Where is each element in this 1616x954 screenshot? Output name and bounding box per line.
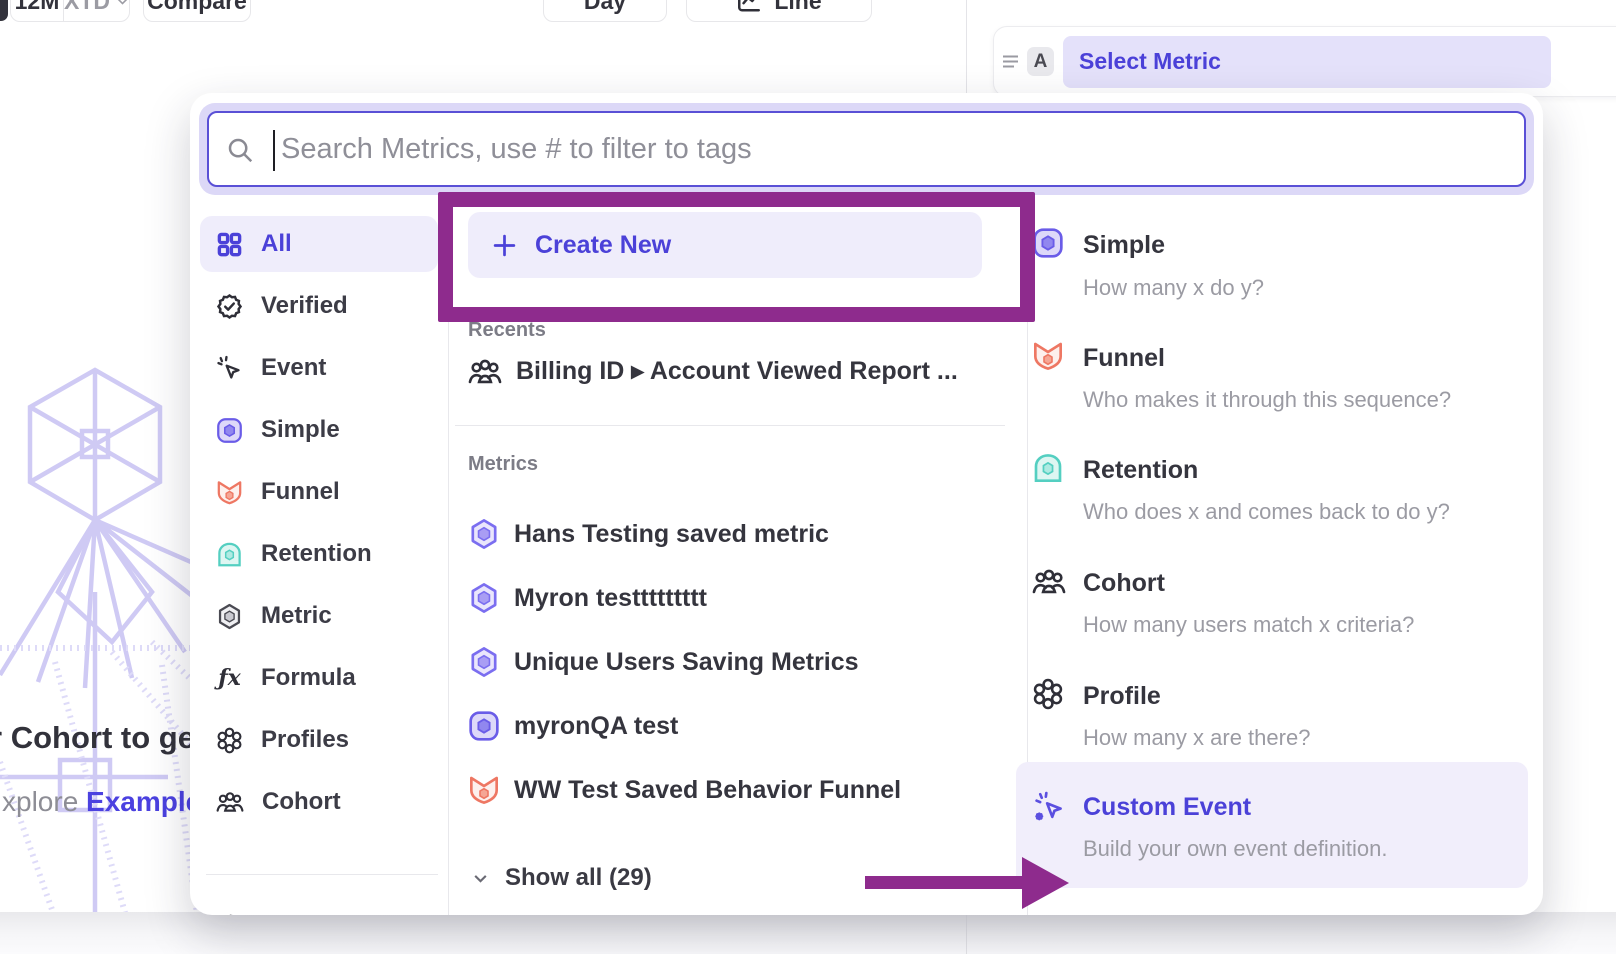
metric-list-item[interactable]: Unique Users Saving Metrics: [468, 640, 859, 684]
metric-list-item[interactable]: myronQA test: [468, 704, 678, 748]
chevron-down-icon: [116, 0, 129, 8]
type-custom-event-desc: Build your own event definition.: [1083, 836, 1388, 862]
event-cursor-icon: [216, 355, 243, 382]
funnel-icon: [1032, 340, 1064, 372]
retention-icon: [216, 541, 243, 568]
category-formula[interactable]: ƒx Formula: [200, 650, 438, 706]
search-input[interactable]: [209, 113, 1524, 185]
saved-metric-hexagon-icon: [468, 646, 500, 678]
simple-icon: [468, 710, 500, 742]
type-retention-desc: Who does x and comes back to do y?: [1083, 499, 1450, 525]
chart-type-line-button[interactable]: Line: [686, 0, 872, 22]
custom-event-highlight[interactable]: [1016, 762, 1528, 888]
type-funnel[interactable]: Funnel: [1083, 344, 1165, 373]
type-cohort-desc: How many users match x criteria?: [1083, 612, 1414, 638]
category-event[interactable]: Event: [200, 340, 438, 396]
drag-handle-icon[interactable]: [1002, 54, 1019, 69]
annotation-highlight-box: [438, 192, 1035, 322]
metric-slot-card: A Select Metric: [993, 26, 1616, 97]
recent-item[interactable]: Billing ID ▸ Account Viewed Report ...: [468, 349, 958, 393]
category-partial-bottom[interactable]: T: [200, 898, 438, 915]
type-simple[interactable]: Simple: [1083, 231, 1165, 260]
funnel-icon: [468, 774, 500, 806]
range-xtd-button[interactable]: XTD: [64, 0, 129, 21]
chevron-down-icon: [472, 870, 489, 887]
select-metric-button[interactable]: Select Metric: [1063, 36, 1551, 88]
granularity-day-button[interactable]: Day: [543, 0, 667, 22]
recents-section-label: Recents: [468, 319, 546, 342]
saved-metric-hexagon-icon: [468, 518, 500, 550]
profiles-cluster-icon: [216, 727, 243, 754]
retention-icon: [1032, 452, 1064, 484]
category-all[interactable]: All: [200, 216, 438, 272]
metric-hexagon-icon: [216, 603, 243, 630]
tag-icon: [216, 913, 243, 916]
simple-icon: [216, 417, 243, 444]
custom-event-spark-icon: [1032, 790, 1066, 824]
cohort-people-icon: [1032, 567, 1066, 596]
series-a-badge: A: [1027, 47, 1054, 76]
clipped-dark-button-fragment: [0, 0, 8, 21]
category-verified[interactable]: Verified: [200, 278, 438, 334]
type-custom-event[interactable]: Custom Event: [1083, 793, 1251, 822]
cohort-people-icon: [216, 790, 244, 814]
metric-list-item[interactable]: Myron testtttttttt: [468, 576, 707, 620]
background-headline-fragment: r Cohort to ge: [0, 720, 195, 756]
verified-badge-icon: [216, 293, 243, 320]
category-cohort[interactable]: Cohort: [200, 774, 438, 830]
type-funnel-desc: Who makes it through this sequence?: [1083, 387, 1451, 413]
type-simple-desc: How many x do y?: [1083, 275, 1264, 301]
category-simple[interactable]: Simple: [200, 402, 438, 458]
metric-list-item[interactable]: WW Test Saved Behavior Funnel: [468, 768, 901, 812]
funnel-icon: [216, 479, 243, 506]
compare-button[interactable]: Compare: [143, 0, 251, 22]
show-all-toggle[interactable]: Show all (29): [472, 864, 652, 892]
type-cohort[interactable]: Cohort: [1083, 569, 1165, 598]
formula-fx-icon: ƒx: [216, 665, 243, 691]
recents-metrics-divider: [455, 425, 1005, 426]
date-range-segmented-control[interactable]: 12M XTD: [10, 0, 130, 22]
annotation-arrow: [860, 852, 1075, 914]
page-footer-area: [0, 912, 1616, 954]
type-profile[interactable]: Profile: [1083, 682, 1161, 711]
profiles-cluster-icon: [1032, 678, 1064, 710]
screenshot-root: 12M XTD Compare Day Line: [0, 0, 1616, 954]
category-retention[interactable]: Retention: [200, 526, 438, 582]
grid-icon: [216, 231, 243, 258]
explore-text-fragment: xplore: [2, 786, 86, 817]
simple-icon: [1032, 227, 1064, 259]
saved-metric-hexagon-icon: [468, 582, 500, 614]
category-metric[interactable]: Metric: [200, 588, 438, 644]
type-retention[interactable]: Retention: [1083, 456, 1198, 485]
decorative-wireframe-graphic: [0, 330, 200, 940]
search-focus-halo: [199, 103, 1534, 195]
cohort-people-icon: [468, 357, 502, 386]
metric-search-field[interactable]: [207, 111, 1526, 187]
line-chart-icon: [736, 0, 762, 14]
category-funnel[interactable]: Funnel: [200, 464, 438, 520]
text-caret: [273, 130, 275, 171]
metrics-section-label: Metrics: [468, 453, 538, 476]
type-profile-desc: How many x are there?: [1083, 725, 1310, 751]
range-12m-button[interactable]: 12M: [11, 0, 64, 21]
sidebar-divider: [206, 874, 438, 875]
metric-list-item[interactable]: Hans Testing saved metric: [468, 512, 829, 556]
category-profiles[interactable]: Profiles: [200, 712, 438, 768]
